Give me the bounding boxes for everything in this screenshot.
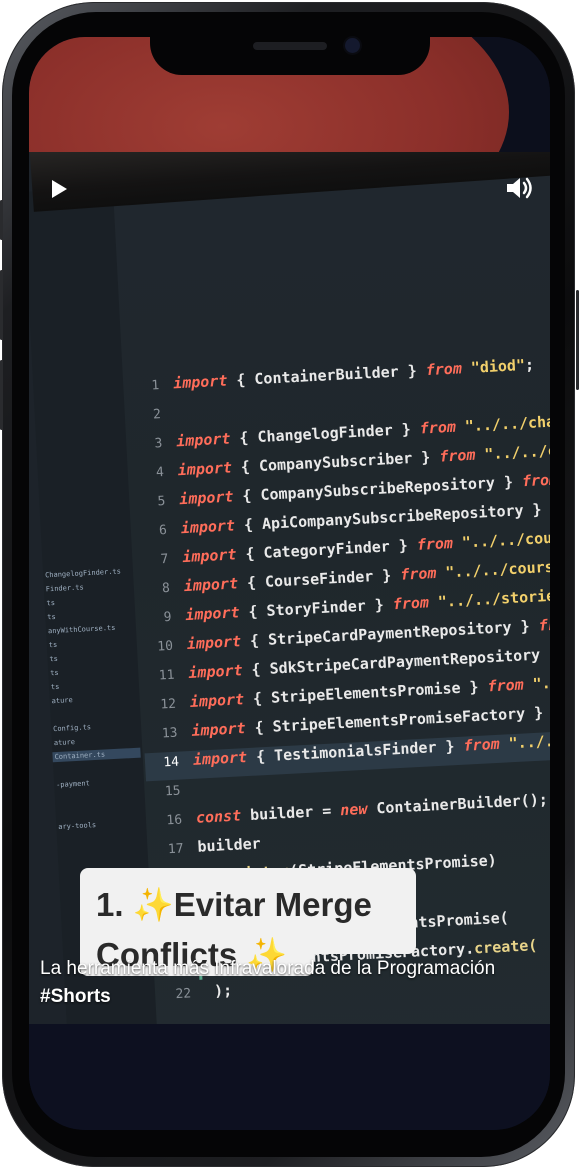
sidebar-file-item: anyWithCourse.ts	[47, 623, 116, 636]
line-number: 10	[156, 638, 174, 655]
code-token: import	[178, 487, 234, 509]
line-number: 6	[158, 522, 168, 539]
line-number: 7	[160, 551, 169, 568]
code-token: from	[487, 675, 525, 696]
code-token: from	[416, 533, 454, 554]
volume-icon[interactable]	[504, 174, 536, 202]
code-token: import	[187, 661, 243, 682]
code-token: from	[521, 470, 550, 491]
sidebar-file-item: ts	[47, 612, 56, 622]
caption-text: La herramienta más Infravalorada de la P…	[40, 958, 496, 979]
side-button	[0, 360, 3, 430]
side-button	[0, 200, 3, 240]
code-token: import	[190, 719, 247, 740]
line-number: 13	[161, 725, 178, 742]
code-line: 1 import { ContainerBuilder } from "diod"…	[125, 356, 535, 405]
phone-notch	[150, 28, 430, 75]
code-token: from	[438, 445, 476, 466]
sidebar-file-item: Finder.ts	[45, 583, 84, 594]
sidebar-file-item: ature	[51, 696, 73, 706]
line-number: 2	[152, 407, 162, 423]
code-line: 16 const builder = new ContainerBuilder()…	[148, 790, 549, 839]
line-number: 12	[159, 696, 177, 713]
video-caption[interactable]: La herramienta más Infravalorada de la P…	[40, 955, 510, 1011]
caption-hashtag[interactable]: #Shorts	[40, 986, 111, 1007]
code-token: import	[177, 458, 233, 480]
code-token: import	[175, 429, 231, 451]
line-number: 16	[166, 812, 183, 829]
code-token: ;	[524, 355, 535, 374]
code-token: import	[172, 371, 228, 393]
sidebar-file-item: ts	[50, 668, 59, 678]
play-icon[interactable]	[52, 180, 67, 198]
code-token: new	[339, 799, 368, 820]
code-token: import	[192, 748, 248, 769]
bottom-background	[29, 1024, 550, 1130]
line-number: 17	[167, 841, 184, 858]
code-token: import	[183, 574, 239, 596]
code-token: import	[184, 603, 240, 625]
code-token: from	[392, 593, 430, 614]
overlay-title-line1: 1. ✨Evitar Merge	[96, 886, 372, 923]
code-token: builder =	[240, 801, 341, 825]
sidebar-file-item: ts	[48, 640, 58, 650]
code-token: from	[399, 563, 437, 584]
code-token: { ChangelogFinder }	[229, 419, 421, 448]
sidebar-file-item: ts	[46, 598, 56, 608]
speaker-grille	[253, 42, 327, 50]
code-token: import	[181, 545, 237, 567]
sidebar-file-item: ChangelogFinder.ts	[44, 567, 122, 580]
sidebar-file-item: -payment	[55, 779, 90, 790]
code-token: from	[463, 734, 501, 755]
line-number: 5	[157, 493, 166, 510]
sidebar-file-item: ary-tools	[58, 821, 97, 832]
code-line: 2	[126, 403, 175, 433]
code-token: from	[425, 359, 463, 380]
code-token: import	[189, 690, 245, 711]
side-button	[0, 270, 3, 340]
code-token: const	[195, 806, 242, 827]
code-line: 15	[146, 780, 195, 810]
code-token: { ContainerBuilder }	[226, 361, 427, 390]
line-number: 9	[163, 609, 172, 626]
line-number: 4	[155, 465, 165, 481]
sidebar-file-item: ts	[49, 654, 59, 664]
sidebar-file-item: Config.ts	[52, 723, 92, 734]
sidebar-file-item: ature	[53, 738, 76, 748]
code-token: "../../chang	[464, 411, 550, 436]
code-token: "../.	[532, 672, 550, 693]
code-line: 17 builder	[149, 834, 262, 868]
code-token: builder	[197, 834, 262, 856]
line-number: 11	[158, 667, 175, 684]
code-token: "../../t	[508, 730, 550, 753]
line-number: 14	[163, 754, 180, 771]
line-number: 15	[164, 783, 181, 800]
code-token: from	[538, 614, 550, 635]
line-number: 1	[151, 378, 160, 394]
line-number: 8	[161, 580, 171, 597]
code-token: from	[419, 417, 457, 438]
line-number: 3	[154, 436, 163, 452]
code-token: "diod"	[461, 355, 526, 378]
code-token: import	[180, 516, 236, 538]
front-camera	[345, 38, 360, 53]
code-token: import	[186, 632, 242, 654]
code-token: ContainerBuilder();	[366, 790, 549, 818]
sidebar-file-item: ts	[50, 682, 60, 692]
